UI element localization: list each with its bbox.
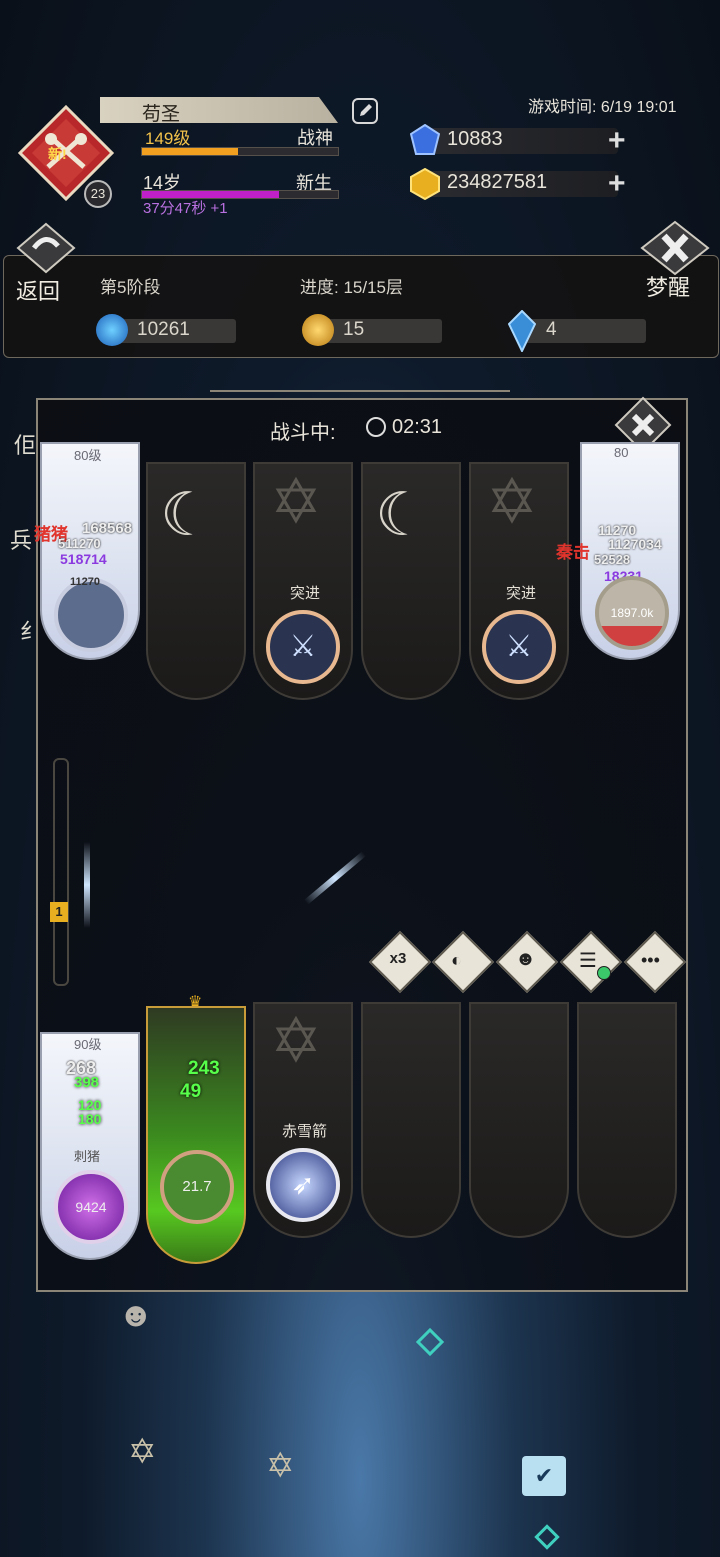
progress-track xyxy=(53,758,69,986)
side-label-2[interactable]: 兵 xyxy=(10,523,32,555)
enemy-slot-3-label: 突进 xyxy=(290,585,321,602)
add-gold-button[interactable]: + xyxy=(608,169,626,199)
soul-icon xyxy=(96,314,128,346)
hexagram-icon: ✡ xyxy=(270,468,322,537)
player-card-2-dmg1: 243 xyxy=(188,1058,220,1079)
enemy-card-6-circle: 1897.0k xyxy=(595,576,669,650)
map-node-ghost[interactable]: ☻ xyxy=(118,1296,154,1335)
enemy-card-6-level: 80 xyxy=(614,445,629,460)
sword-skill-icon[interactable]: ⚔ xyxy=(266,610,340,684)
back-button[interactable]: 返回 xyxy=(16,274,60,306)
diamond-icon xyxy=(409,123,441,161)
moon-icon: ☾ xyxy=(160,481,214,548)
player-card-2[interactable] xyxy=(146,1006,246,1264)
stage-phase: 第5阶段 xyxy=(100,278,161,297)
ghost-icon: ☻ xyxy=(515,948,537,970)
enemy-card-6-name: 秦击 xyxy=(556,543,590,562)
map-node-unknown[interactable]: ✡ xyxy=(266,1446,295,1486)
coin-bar xyxy=(318,319,442,343)
player-card-1-circle: 9424 xyxy=(54,1170,128,1244)
battle-time: 02:31 xyxy=(392,416,443,438)
log-icon: ☰ xyxy=(579,950,597,972)
stage-progress: 进度: 15/15层 xyxy=(300,278,403,297)
enemy-slot-5-label: 突进 xyxy=(506,585,537,602)
growth-timer: 37分47秒 +1 xyxy=(143,200,228,217)
player-card-1-name: 刺猪 xyxy=(74,1149,101,1164)
chat-icon: ••• xyxy=(641,950,660,970)
player-card-2-circle-value: 21.7 xyxy=(182,1178,212,1195)
moon-icon: ☾ xyxy=(375,481,429,548)
enemy-card-1-level: 80级 xyxy=(74,448,102,463)
diamond-count: 10883 xyxy=(447,128,503,150)
level-progress-bar xyxy=(141,147,339,156)
player-slot-6[interactable] xyxy=(577,1002,677,1238)
enemy-card-1-dmg2: 511270 xyxy=(58,536,101,551)
enemy-card-6-dmg2: 1127034 xyxy=(608,536,662,552)
enemy-card-1-dmg: 168568 xyxy=(82,520,133,537)
level-progress-fill xyxy=(142,148,239,155)
edit-name-icon[interactable] xyxy=(352,98,378,124)
name-plate xyxy=(100,97,338,123)
battle-ornament xyxy=(210,378,510,392)
player-slot-4[interactable] xyxy=(361,1002,461,1238)
log-notification-dot xyxy=(597,966,611,980)
dream-button[interactable]: 梦醒 xyxy=(646,270,690,302)
hexagram-icon: ✡ xyxy=(486,468,538,537)
enemy-card-6-circle-value: 1897.0k xyxy=(610,606,654,620)
speed-x3-label: x3 xyxy=(389,950,407,967)
enemy-card-6-dmg3: 52528 xyxy=(594,552,631,567)
enemy-card-1-circle xyxy=(54,578,128,652)
player-level: 149级 xyxy=(145,129,191,148)
player-card-1-dmg2: 398 xyxy=(74,1074,100,1091)
hexagram-icon: ✡ xyxy=(270,1007,322,1076)
player-card-2-circle: 21.7 xyxy=(160,1150,234,1224)
map-node-unknown[interactable]: ✡ xyxy=(128,1432,157,1472)
side-label-1[interactable]: 佢 xyxy=(14,428,36,460)
map-node-current[interactable] xyxy=(534,1524,560,1550)
eye-icon: ◐ xyxy=(451,950,462,970)
new-badge: 新! xyxy=(48,146,67,162)
back-icon[interactable] xyxy=(16,222,76,274)
game-time: 游戏时间: 6/19 19:01 xyxy=(528,99,677,116)
gold-count: 234827581 xyxy=(447,171,548,193)
avatar-level: 23 xyxy=(90,186,106,201)
player-card-1-level: 90级 xyxy=(74,1037,102,1052)
player-slot-5[interactable] xyxy=(469,1002,569,1238)
player-slot-3-label: 赤雪箭 xyxy=(282,1123,328,1140)
avatar-level-badge: 23 xyxy=(84,180,112,208)
ice-arrow-skill-icon[interactable]: ➶ xyxy=(266,1148,340,1222)
enemy-card-1-dmg3: 518714 xyxy=(60,551,107,567)
soul-count: 10261 xyxy=(137,319,190,340)
map-node-current[interactable] xyxy=(415,1327,445,1357)
enemy-card-1-dmg4: 11270 xyxy=(70,576,100,588)
battle-status: 战斗中: xyxy=(270,422,336,444)
progress-track-marker-value: 1 xyxy=(55,904,63,919)
progress-track-marker: 1 xyxy=(50,902,68,922)
player-card-1-dmg4: 180 xyxy=(78,1111,102,1127)
crystal-count: 4 xyxy=(546,319,557,340)
coin-icon xyxy=(302,314,334,346)
player-card-1-circle-value: 9424 xyxy=(75,1199,107,1215)
player-card-2-dmg2: 49 xyxy=(180,1081,202,1102)
map-node-checkpoint[interactable]: ✔ xyxy=(522,1456,566,1496)
add-diamond-button[interactable]: + xyxy=(608,126,626,156)
player-name: 苟圣 xyxy=(142,104,181,125)
blade-projectile xyxy=(84,842,90,928)
sword-skill-icon[interactable]: ⚔ xyxy=(482,610,556,684)
crystal-bar xyxy=(522,319,646,343)
crystal-icon xyxy=(507,309,537,357)
gold-icon xyxy=(410,167,440,205)
coin-count: 15 xyxy=(343,319,365,340)
clock-icon xyxy=(366,417,386,437)
